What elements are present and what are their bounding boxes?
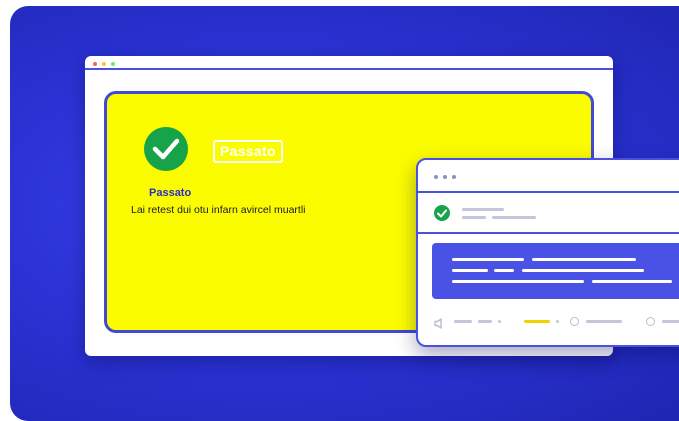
hero-illustration: Passato Passato Lai retest dui otu infar… (10, 6, 679, 421)
window-titlebar (85, 56, 613, 70)
card-text-line (452, 269, 488, 272)
window-dot[interactable] (452, 175, 456, 179)
timeline-segment (662, 320, 679, 323)
media-controls (418, 310, 679, 334)
card-text-line (522, 269, 644, 272)
card-text-line (494, 269, 514, 272)
card-text-line (452, 258, 524, 261)
window-maximize-dot[interactable] (111, 62, 115, 66)
window-dot[interactable] (443, 175, 447, 179)
speaker-icon[interactable] (434, 316, 446, 334)
card-text-line (532, 258, 636, 261)
status-badge: Passato (213, 140, 283, 163)
status-description: Lai retest dui otu infarn avircel muartl… (131, 204, 306, 216)
card-text-line (592, 280, 672, 283)
content-card[interactable] (432, 243, 679, 299)
timeline-segment (478, 320, 492, 323)
window-dot[interactable] (434, 175, 438, 179)
section-divider (418, 232, 679, 234)
timeline-dot (498, 320, 501, 323)
timeline-segment (586, 320, 622, 323)
timeline-segment (454, 320, 472, 323)
check-circle-icon (144, 127, 188, 171)
placeholder-line (462, 208, 504, 211)
timeline-handle[interactable] (646, 317, 655, 326)
secondary-window-titlebar (418, 160, 679, 193)
window-close-dot[interactable] (93, 62, 97, 66)
window-minimize-dot[interactable] (102, 62, 106, 66)
card-text-line (452, 280, 584, 283)
timeline-progress (524, 320, 550, 323)
placeholder-line (492, 216, 536, 219)
timeline-dot (556, 320, 559, 323)
status-title: Passato (149, 187, 192, 199)
secondary-window (416, 158, 679, 347)
check-circle-small-icon (434, 205, 450, 221)
timeline-handle[interactable] (570, 317, 579, 326)
placeholder-line (462, 216, 486, 219)
